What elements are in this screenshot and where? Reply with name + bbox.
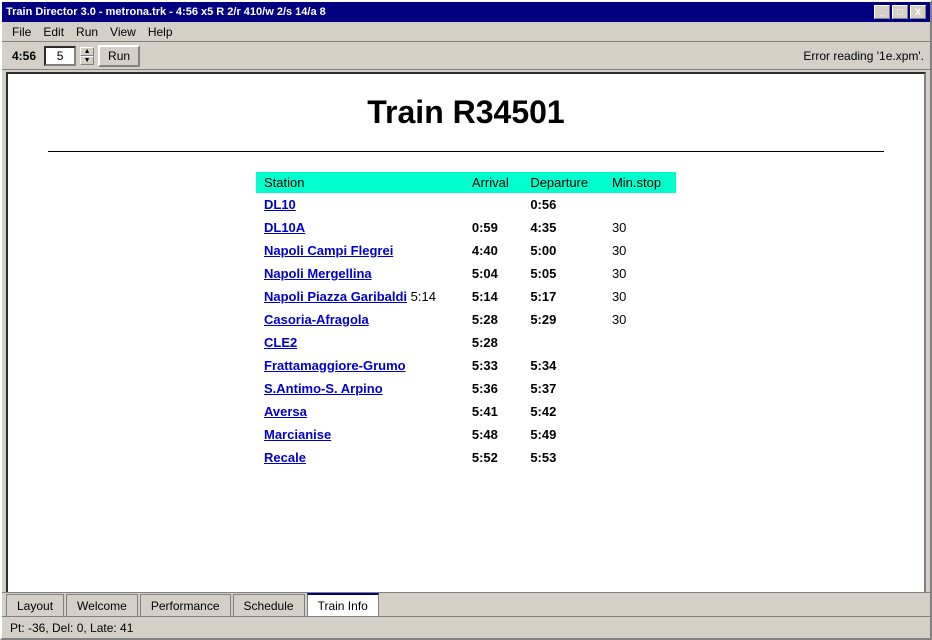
min-stop: 30 bbox=[604, 239, 676, 262]
main-window: Train Director 3.0 - metrona.trk - 4:56 … bbox=[0, 0, 932, 640]
station-link[interactable]: Napoli Piazza Garibaldi bbox=[264, 289, 407, 304]
title-bar: Train Director 3.0 - metrona.trk - 4:56 … bbox=[2, 2, 930, 22]
arrival-time: 5:28 bbox=[464, 308, 522, 331]
main-content[interactable]: Train R34501 Station Arrival Departure M… bbox=[6, 72, 926, 594]
station-link[interactable]: Marcianise bbox=[264, 427, 331, 442]
departure-time: 5:17 bbox=[522, 285, 604, 308]
station-link[interactable]: Aversa bbox=[264, 404, 307, 419]
station-link[interactable]: CLE2 bbox=[264, 335, 297, 350]
min-stop bbox=[604, 400, 676, 423]
table-row: Napoli Campi Flegrei 4:405:0030 bbox=[256, 239, 676, 262]
table-row: DL10A 0:594:3530 bbox=[256, 216, 676, 239]
tab-performance[interactable]: Performance bbox=[140, 594, 231, 616]
station-link[interactable]: Frattamaggiore-Grumo bbox=[264, 358, 406, 373]
station-link[interactable]: DL10 bbox=[264, 197, 296, 212]
departure-time: 4:35 bbox=[522, 216, 604, 239]
current-time: 4:56 bbox=[8, 48, 40, 64]
toolbar: 4:56 ▲ ▼ Run Error reading '1e.xpm'. bbox=[2, 42, 930, 70]
menu-edit[interactable]: Edit bbox=[37, 24, 70, 40]
window-title: Train Director 3.0 - metrona.trk - 4:56 … bbox=[6, 6, 326, 18]
station-link[interactable]: Recale bbox=[264, 450, 306, 465]
table-row: Casoria-Afragola 5:285:2930 bbox=[256, 308, 676, 331]
train-info-panel: Train R34501 Station Arrival Departure M… bbox=[8, 74, 924, 489]
minimize-button[interactable]: _ bbox=[874, 5, 890, 19]
status-bar: Pt: -36, Del: 0, Late: 41 bbox=[2, 616, 930, 638]
menu-help[interactable]: Help bbox=[142, 24, 179, 40]
train-title: Train R34501 bbox=[48, 94, 884, 131]
min-stop: 30 bbox=[604, 216, 676, 239]
departure-time: 5:00 bbox=[522, 239, 604, 262]
tab-schedule[interactable]: Schedule bbox=[233, 594, 305, 616]
menu-file[interactable]: File bbox=[6, 24, 37, 40]
departure-time: 5:05 bbox=[522, 262, 604, 285]
min-stop: 30 bbox=[604, 285, 676, 308]
min-stop bbox=[604, 377, 676, 400]
menu-view[interactable]: View bbox=[104, 24, 142, 40]
departure-time bbox=[522, 331, 604, 354]
tab-bar: Layout Welcome Performance Schedule Trai… bbox=[2, 592, 930, 616]
departure-time: 5:49 bbox=[522, 423, 604, 446]
departure-time: 5:53 bbox=[522, 446, 604, 469]
table-row: Frattamaggiore-Grumo 5:335:34 bbox=[256, 354, 676, 377]
min-stop bbox=[604, 193, 676, 216]
maximize-button[interactable]: □ bbox=[892, 5, 908, 19]
table-row: CLE2 5:28 bbox=[256, 331, 676, 354]
departure-time: 5:34 bbox=[522, 354, 604, 377]
arrival-time: 5:52 bbox=[464, 446, 522, 469]
menu-run[interactable]: Run bbox=[70, 24, 104, 40]
min-stop bbox=[604, 331, 676, 354]
departure-time: 0:56 bbox=[522, 193, 604, 216]
error-message: Error reading '1e.xpm'. bbox=[803, 49, 924, 63]
arrival-time: 5:28 bbox=[464, 331, 522, 354]
arrival-time: 5:14 bbox=[464, 285, 522, 308]
station-link[interactable]: Napoli Mergellina bbox=[264, 266, 372, 281]
min-stop bbox=[604, 446, 676, 469]
arrival-time: 0:59 bbox=[464, 216, 522, 239]
arrival-time: 4:40 bbox=[464, 239, 522, 262]
tab-train-info[interactable]: Train Info bbox=[307, 593, 379, 616]
speed-up-button[interactable]: ▲ bbox=[80, 47, 94, 56]
title-divider bbox=[48, 151, 884, 152]
min-stop bbox=[604, 354, 676, 377]
table-row: Napoli Mergellina 5:045:0530 bbox=[256, 262, 676, 285]
table-row: Napoli Piazza Garibaldi 5:145:145:1730 bbox=[256, 285, 676, 308]
departure-time: 5:42 bbox=[522, 400, 604, 423]
arrival-time: 5:41 bbox=[464, 400, 522, 423]
table-row: Marcianise 5:485:49 bbox=[256, 423, 676, 446]
tab-welcome[interactable]: Welcome bbox=[66, 594, 138, 616]
col-header-departure: Departure bbox=[522, 172, 604, 193]
station-link[interactable]: Napoli Campi Flegrei bbox=[264, 243, 393, 258]
table-row: S.Antimo-S. Arpino 5:365:37 bbox=[256, 377, 676, 400]
window-controls: _ □ X bbox=[874, 5, 926, 19]
arrival-time: 5:36 bbox=[464, 377, 522, 400]
station-link[interactable]: S.Antimo-S. Arpino bbox=[264, 381, 383, 396]
min-stop: 30 bbox=[604, 308, 676, 331]
run-button[interactable]: Run bbox=[98, 45, 140, 67]
menu-bar: File Edit Run View Help bbox=[2, 22, 930, 42]
table-row: Aversa 5:415:42 bbox=[256, 400, 676, 423]
departure-time: 5:37 bbox=[522, 377, 604, 400]
close-button[interactable]: X bbox=[910, 5, 926, 19]
schedule-table: Station Arrival Departure Min.stop DL10 0… bbox=[256, 172, 676, 469]
arrival-time: 5:04 bbox=[464, 262, 522, 285]
col-header-arrival: Arrival bbox=[464, 172, 522, 193]
status-text: Pt: -36, Del: 0, Late: 41 bbox=[10, 621, 133, 635]
speed-down-button[interactable]: ▼ bbox=[80, 56, 94, 65]
arrival-time: 5:33 bbox=[464, 354, 522, 377]
station-link[interactable]: Casoria-Afragola bbox=[264, 312, 369, 327]
departure-time: 5:29 bbox=[522, 308, 604, 331]
arrival-time bbox=[464, 193, 522, 216]
col-header-minstop: Min.stop bbox=[604, 172, 676, 193]
tab-layout[interactable]: Layout bbox=[6, 594, 64, 616]
speed-spinner: ▲ ▼ bbox=[80, 47, 94, 65]
min-stop: 30 bbox=[604, 262, 676, 285]
table-row: Recale 5:525:53 bbox=[256, 446, 676, 469]
arrival-time: 5:48 bbox=[464, 423, 522, 446]
table-row: DL10 0:56 bbox=[256, 193, 676, 216]
min-stop bbox=[604, 423, 676, 446]
col-header-station: Station bbox=[256, 172, 464, 193]
speed-input[interactable] bbox=[44, 46, 76, 66]
station-link[interactable]: DL10A bbox=[264, 220, 305, 235]
